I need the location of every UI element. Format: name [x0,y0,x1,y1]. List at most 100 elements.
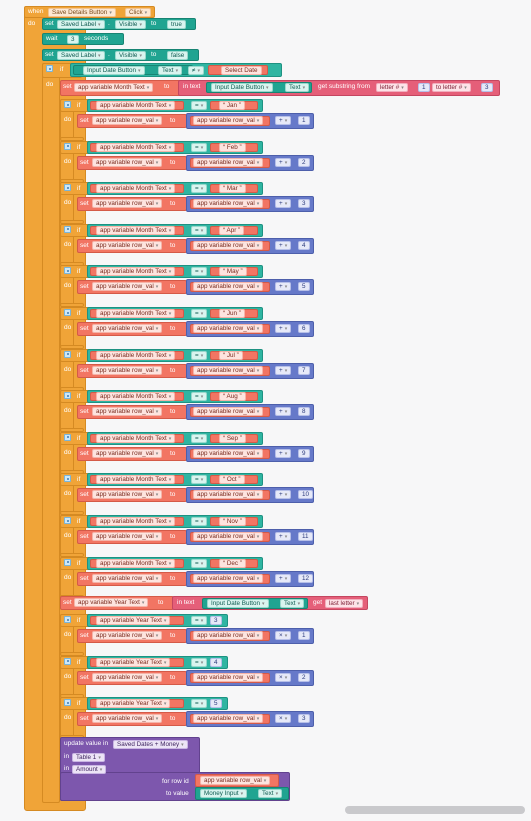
row-variable-dropdown[interactable]: app variable row_val ▾ [92,282,163,292]
horizontal-scrollbar[interactable] [345,806,525,814]
row-variable-dropdown[interactable]: app variable row_val ▾ [92,573,163,583]
row-variable-dropdown[interactable]: app variable row_val ▾ [92,714,163,723]
equals-operator[interactable]: = ▾ [191,142,208,152]
row-variable-dropdown[interactable]: app variable row_val ▾ [193,407,264,417]
number-value[interactable]: 8 [298,407,310,417]
row-variable-dropdown[interactable]: app variable row_val ▾ [92,157,163,167]
main-if-block[interactable] [42,63,60,803]
equals-operator[interactable]: = ▾ [191,225,208,235]
row-variable-dropdown[interactable]: app variable row_val ▾ [92,116,163,125]
month-if-4-gear-icon[interactable] [64,267,71,275]
number-value[interactable]: 5 [298,282,310,292]
visible-prop-dropdown[interactable]: Visible ▾ [115,20,146,29]
month-if-0-gear-icon[interactable] [64,101,71,108]
year-number[interactable]: 4 [210,657,222,667]
saved-label-dropdown[interactable]: Saved Label ▾ [57,51,105,60]
row-variable-dropdown[interactable]: app variable row_val ▾ [92,324,163,333]
variable-dropdown[interactable]: app variable Month Text ▾ [96,142,176,152]
variable-dropdown[interactable]: app variable Month Text ▾ [96,558,176,568]
number-value[interactable]: 1 [298,116,310,125]
row-variable-dropdown[interactable]: app variable row_val ▾ [92,490,163,500]
month-if-11-gear-icon[interactable] [64,558,71,566]
equals-operator[interactable]: = ▾ [191,392,208,402]
equals-operator[interactable]: = ▾ [191,350,208,360]
equals-operator[interactable]: = ▾ [191,184,208,194]
variable-dropdown[interactable]: app variable Month Text ▾ [96,309,176,318]
text-prop-dropdown[interactable]: Text ▾ [280,599,305,608]
saved-label-dropdown[interactable]: Saved Label ▾ [57,20,105,29]
row-variable-dropdown[interactable]: app variable row_val ▾ [193,282,264,292]
event-name-dropdown[interactable]: Click ▾ [125,8,152,17]
month-string[interactable]: “ Aug ” [219,392,246,402]
to-number[interactable]: 3 [481,83,493,92]
math-operator[interactable]: × ▾ [275,672,292,682]
text-prop-dropdown[interactable]: Text ▾ [158,66,183,75]
month-if-2-gear-icon[interactable] [64,184,71,192]
year-number[interactable]: 3 [210,616,222,625]
variable-dropdown[interactable]: app variable Month Text ▾ [96,225,176,235]
number-value[interactable]: 6 [298,324,310,333]
math-operator[interactable]: × ▾ [275,631,292,640]
wait-seconds-input[interactable]: 3 [67,35,79,44]
equals-operator[interactable]: = ▾ [191,517,208,526]
row-variable-dropdown[interactable]: app variable row_val ▾ [193,714,264,723]
row-variable-dropdown[interactable]: app variable row_val ▾ [193,532,264,541]
input-date-button-dropdown[interactable]: Input Date Button ▾ [207,599,269,608]
month-string[interactable]: “ Dec ” [219,558,246,568]
variable-dropdown[interactable]: app variable Month Text ▾ [96,475,176,485]
row-variable-dropdown[interactable]: app variable row_val ▾ [193,448,264,458]
number-value[interactable]: 10 [298,490,314,500]
equals-operator[interactable]: = ▾ [191,267,208,277]
visible-prop-dropdown[interactable]: Visible ▾ [115,51,146,60]
false-value[interactable]: false [167,51,189,60]
equals-operator[interactable]: = ▾ [191,475,208,485]
number-value[interactable]: 9 [298,448,310,458]
month-string[interactable]: “ May ” [219,267,247,277]
not-equal-operator[interactable]: ≠ ▾ [188,66,204,75]
variable-dropdown[interactable]: app variable Month Text ▾ [96,350,176,360]
equals-operator[interactable]: = ▾ [191,558,208,568]
last-letter-dropdown[interactable]: last letter ▾ [325,599,364,608]
math-operator[interactable]: + ▾ [275,240,292,250]
event-component-dropdown[interactable]: Save Details Button ▾ [48,8,116,17]
month-string[interactable]: “ Sep ” [219,433,246,443]
month-if-6-gear-icon[interactable] [64,350,71,358]
math-operator[interactable]: + ▾ [275,407,292,417]
if-gear-icon[interactable] [46,65,53,72]
row-variable-dropdown[interactable]: app variable row_val ▾ [92,199,163,209]
math-operator[interactable]: + ▾ [275,282,292,292]
variable-dropdown[interactable]: app variable Month Text ▾ [96,101,176,110]
number-value[interactable]: 3 [298,199,310,209]
row-variable-dropdown[interactable]: app variable row_val ▾ [193,199,264,209]
sheet-dropdown[interactable]: Table 1 ▾ [72,753,105,762]
equals-operator[interactable]: = ▾ [191,616,208,625]
row-variable-dropdown[interactable]: app variable row_val ▾ [200,776,271,785]
true-value[interactable]: true [167,20,186,29]
month-string[interactable]: “ Oct ” [219,475,245,485]
row-variable-dropdown[interactable]: app variable row_val ▾ [193,240,264,250]
month-string[interactable]: “ Apr ” [219,225,245,235]
row-variable-dropdown[interactable]: app variable row_val ▾ [92,365,163,375]
month-if-1-gear-icon[interactable] [64,142,71,150]
select-date-string[interactable]: Select Date [221,66,262,75]
variable-dropdown[interactable]: app variable Month Text ▾ [96,184,176,194]
row-variable-dropdown[interactable]: app variable row_val ▾ [193,324,264,333]
month-string[interactable]: “ Nov ” [219,517,246,526]
row-variable-dropdown[interactable]: app variable row_val ▾ [92,532,163,541]
math-operator[interactable]: + ▾ [275,157,292,167]
to-letter-dropdown[interactable]: to letter # ▾ [432,83,471,92]
row-variable-dropdown[interactable]: app variable row_val ▾ [92,448,163,458]
variable-dropdown[interactable]: app variable Year Text ▾ [96,616,171,625]
variable-dropdown[interactable]: app variable Month Text ▾ [96,517,176,526]
month-string[interactable]: “ Feb ” [219,142,246,152]
month-if-5-gear-icon[interactable] [64,309,71,316]
math-operator[interactable]: + ▾ [275,573,292,583]
number-value[interactable]: 12 [298,573,314,583]
row-variable-dropdown[interactable]: app variable row_val ▾ [193,157,264,167]
year-if-2-gear-icon[interactable] [64,699,71,706]
number-value[interactable]: 1 [298,631,310,640]
month-if-10-gear-icon[interactable] [64,517,71,524]
equals-operator[interactable]: = ▾ [191,433,208,443]
math-operator[interactable]: + ▾ [275,365,292,375]
variable-dropdown[interactable]: app variable Year Text ▾ [96,699,171,708]
